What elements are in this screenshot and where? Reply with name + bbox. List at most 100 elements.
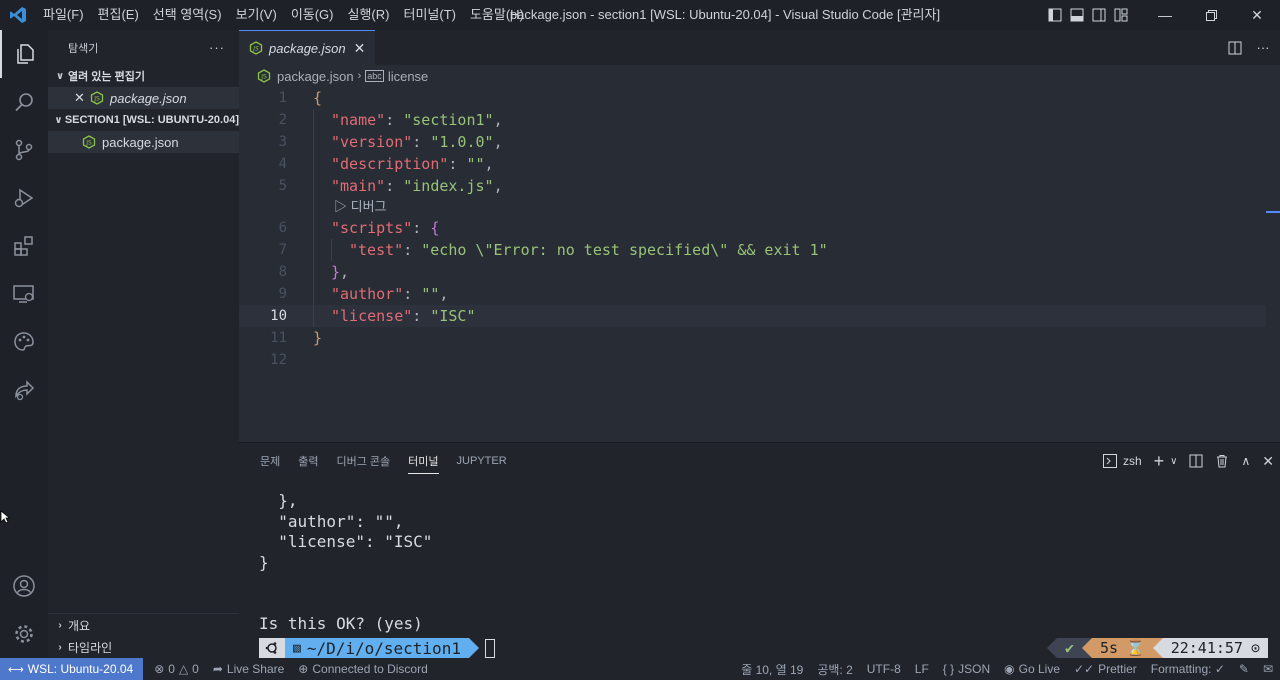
menu-terminal[interactable]: 터미널(T) — [396, 0, 462, 30]
toggle-panel-icon[interactable] — [1066, 0, 1088, 30]
prettier-status[interactable]: ✓✓ Prettier — [1067, 658, 1144, 680]
code-line[interactable]: 12 — [239, 349, 1266, 371]
close-tab-icon[interactable]: ✕ — [354, 40, 366, 57]
string-symbol-icon: abc — [365, 70, 384, 82]
accounts-icon[interactable] — [0, 562, 48, 610]
code-token: , — [493, 177, 503, 195]
line-number: 6 — [278, 220, 287, 236]
terminal-output[interactable]: }, "author": "", "license": "ISC"} Is thi… — [259, 491, 432, 635]
code-line[interactable]: 4 "description": "", — [239, 153, 1266, 175]
tab-output[interactable]: 출력 — [289, 443, 327, 479]
search-icon[interactable] — [0, 78, 48, 126]
menu-view[interactable]: 보기(V) — [229, 0, 284, 30]
customize-layout-icon[interactable] — [1110, 0, 1132, 30]
toggle-sidebar-icon[interactable] — [1044, 0, 1066, 30]
extensions-icon[interactable] — [0, 222, 48, 270]
file-item[interactable]: JS package.json — [48, 131, 239, 153]
explorer-sidebar: 탐색기 ··· ∨ 열려 있는 편집기 ✕ JS package.json ∨ … — [48, 30, 239, 658]
breadcrumb-symbol[interactable]: license — [388, 69, 428, 84]
code-line[interactable]: 8}, — [239, 261, 1266, 283]
menu-go[interactable]: 이동(G) — [284, 0, 341, 30]
breadcrumb-file[interactable]: package.json — [277, 69, 354, 84]
tab-jupyter[interactable]: JUPYTER — [448, 443, 516, 479]
language-mode[interactable]: { } JSON — [936, 658, 997, 680]
outline-label: 개요 — [68, 618, 91, 633]
folder-section[interactable]: ∨ SECTION1 [WSL: UBUNTU-20.04] — [48, 109, 239, 131]
more-actions-icon[interactable]: ··· — [209, 40, 225, 55]
manage-gear-icon[interactable] — [0, 610, 48, 658]
restore-button[interactable] — [1188, 0, 1234, 30]
code-line[interactable]: 6 "scripts": { — [239, 217, 1266, 239]
tab-problems[interactable]: 문제 — [251, 443, 289, 479]
maximize-panel-icon[interactable]: ∧ — [1241, 454, 1250, 468]
end-of-line[interactable]: LF — [908, 658, 936, 680]
json-file-icon: JS — [257, 69, 271, 83]
tab-package-json[interactable]: JS package.json ✕ — [239, 30, 376, 65]
code-line[interactable]: 11} — [239, 327, 1266, 349]
menu-file[interactable]: 파일(F) — [36, 0, 91, 30]
discord-status[interactable]: ⊕ Connected to Discord — [291, 658, 434, 680]
minimize-button[interactable]: — — [1142, 0, 1188, 30]
code-line[interactable]: 2 "name": "section1", — [239, 109, 1266, 131]
chevron-down-icon: ∨ — [55, 70, 65, 82]
split-editor-icon[interactable] — [1224, 33, 1246, 63]
remote-indicator[interactable]: ⟷ WSL: Ubuntu-20.04 — [0, 658, 144, 680]
line-source: "main": "index.js", — [331, 175, 503, 197]
json-file-icon: JS — [90, 91, 104, 105]
code-editor[interactable]: 1{2 "name": "section1", 3 "version": "1.0.0… — [239, 87, 1266, 371]
source-control-icon[interactable] — [0, 126, 48, 174]
close-editor-icon[interactable]: ✕ — [74, 90, 90, 106]
run-debug-icon[interactable] — [0, 174, 48, 222]
menu-selection[interactable]: 선택 영역(S) — [146, 0, 229, 30]
menu-edit[interactable]: 편집(E) — [91, 0, 146, 30]
chevron-down-icon[interactable]: ∨ — [1170, 456, 1177, 467]
editor-more-actions-icon[interactable]: ··· — [1246, 33, 1280, 63]
terminal-cursor — [484, 638, 495, 658]
outline-section[interactable]: › 개요 — [48, 614, 239, 636]
trash-icon[interactable] — [1215, 454, 1229, 468]
code-line[interactable]: 9 "author": "", — [239, 283, 1266, 305]
tab-problems-label: 문제 — [260, 456, 281, 468]
remote-label: WSL: Ubuntu-20.04 — [27, 662, 134, 676]
debug-codelens[interactable]: ▷ 디버그 — [239, 197, 1266, 217]
terminal-line: }, — [259, 491, 298, 510]
close-window-button[interactable]: ✕ — [1234, 0, 1280, 30]
new-terminal-icon[interactable]: + — [1154, 451, 1165, 472]
code-line[interactable]: 5 "main": "index.js", — [239, 175, 1266, 197]
theme-palette-icon[interactable] — [0, 318, 48, 366]
line-number: 7 — [278, 242, 287, 258]
feedback-icon[interactable]: ✎ — [1232, 658, 1256, 680]
explorer-icon[interactable] — [0, 30, 48, 78]
split-terminal-icon[interactable] — [1189, 454, 1203, 468]
code-token: "echo \"Error: no test specified\" && ex… — [421, 241, 828, 259]
encoding[interactable]: UTF-8 — [860, 658, 908, 680]
toggle-secondary-sidebar-icon[interactable] — [1088, 0, 1110, 30]
problems-indicator[interactable]: ⊗ 0 △ 0 — [147, 658, 206, 680]
tab-debug-console[interactable]: 디버그 콘솔 — [328, 443, 400, 479]
code-line[interactable]: 3 "version": "1.0.0", — [239, 131, 1266, 153]
live-share-icon[interactable] — [0, 366, 48, 414]
line-number: 10 — [270, 308, 287, 324]
go-live-button[interactable]: ◉ Go Live — [997, 658, 1067, 680]
terminal-shell-name[interactable]: zsh — [1123, 454, 1142, 468]
code-line[interactable]: 1{ — [239, 87, 1266, 109]
close-panel-icon[interactable]: ✕ — [1262, 453, 1274, 470]
code-token: "name" — [331, 111, 386, 129]
timeline-section[interactable]: › 타임라인 — [48, 636, 239, 658]
shell-right-prompt: ✔ 5s ⌛ 22:41:57 ⊙ — [1046, 637, 1268, 659]
cursor-position[interactable]: 줄 10, 열 19 — [734, 658, 810, 680]
formatting-status[interactable]: Formatting: ✓ — [1144, 658, 1232, 680]
open-editors-section[interactable]: ∨ 열려 있는 편집기 — [48, 65, 239, 87]
indentation[interactable]: 공백: 2 — [810, 658, 859, 680]
menu-help[interactable]: 도움말(H) — [463, 0, 531, 30]
live-share-status[interactable]: ➦ Live Share — [206, 658, 291, 680]
code-line[interactable]: 10 "license": "ISC" — [239, 305, 1266, 327]
tab-terminal[interactable]: 터미널 — [399, 443, 447, 479]
notifications-bell-icon[interactable]: ✉ — [1256, 658, 1280, 680]
open-editor-item[interactable]: ✕ JS package.json — [48, 87, 239, 109]
code-line[interactable]: 7 "test": "echo \"Error: no test specifie… — [239, 239, 1266, 261]
bottom-panel: 문제 출력 디버그 콘솔 터미널 JUPYTER zsh + ∨ ∧ ✕ }, … — [239, 442, 1280, 658]
menu-run[interactable]: 실행(R) — [341, 0, 397, 30]
remote-explorer-icon[interactable] — [0, 270, 48, 318]
